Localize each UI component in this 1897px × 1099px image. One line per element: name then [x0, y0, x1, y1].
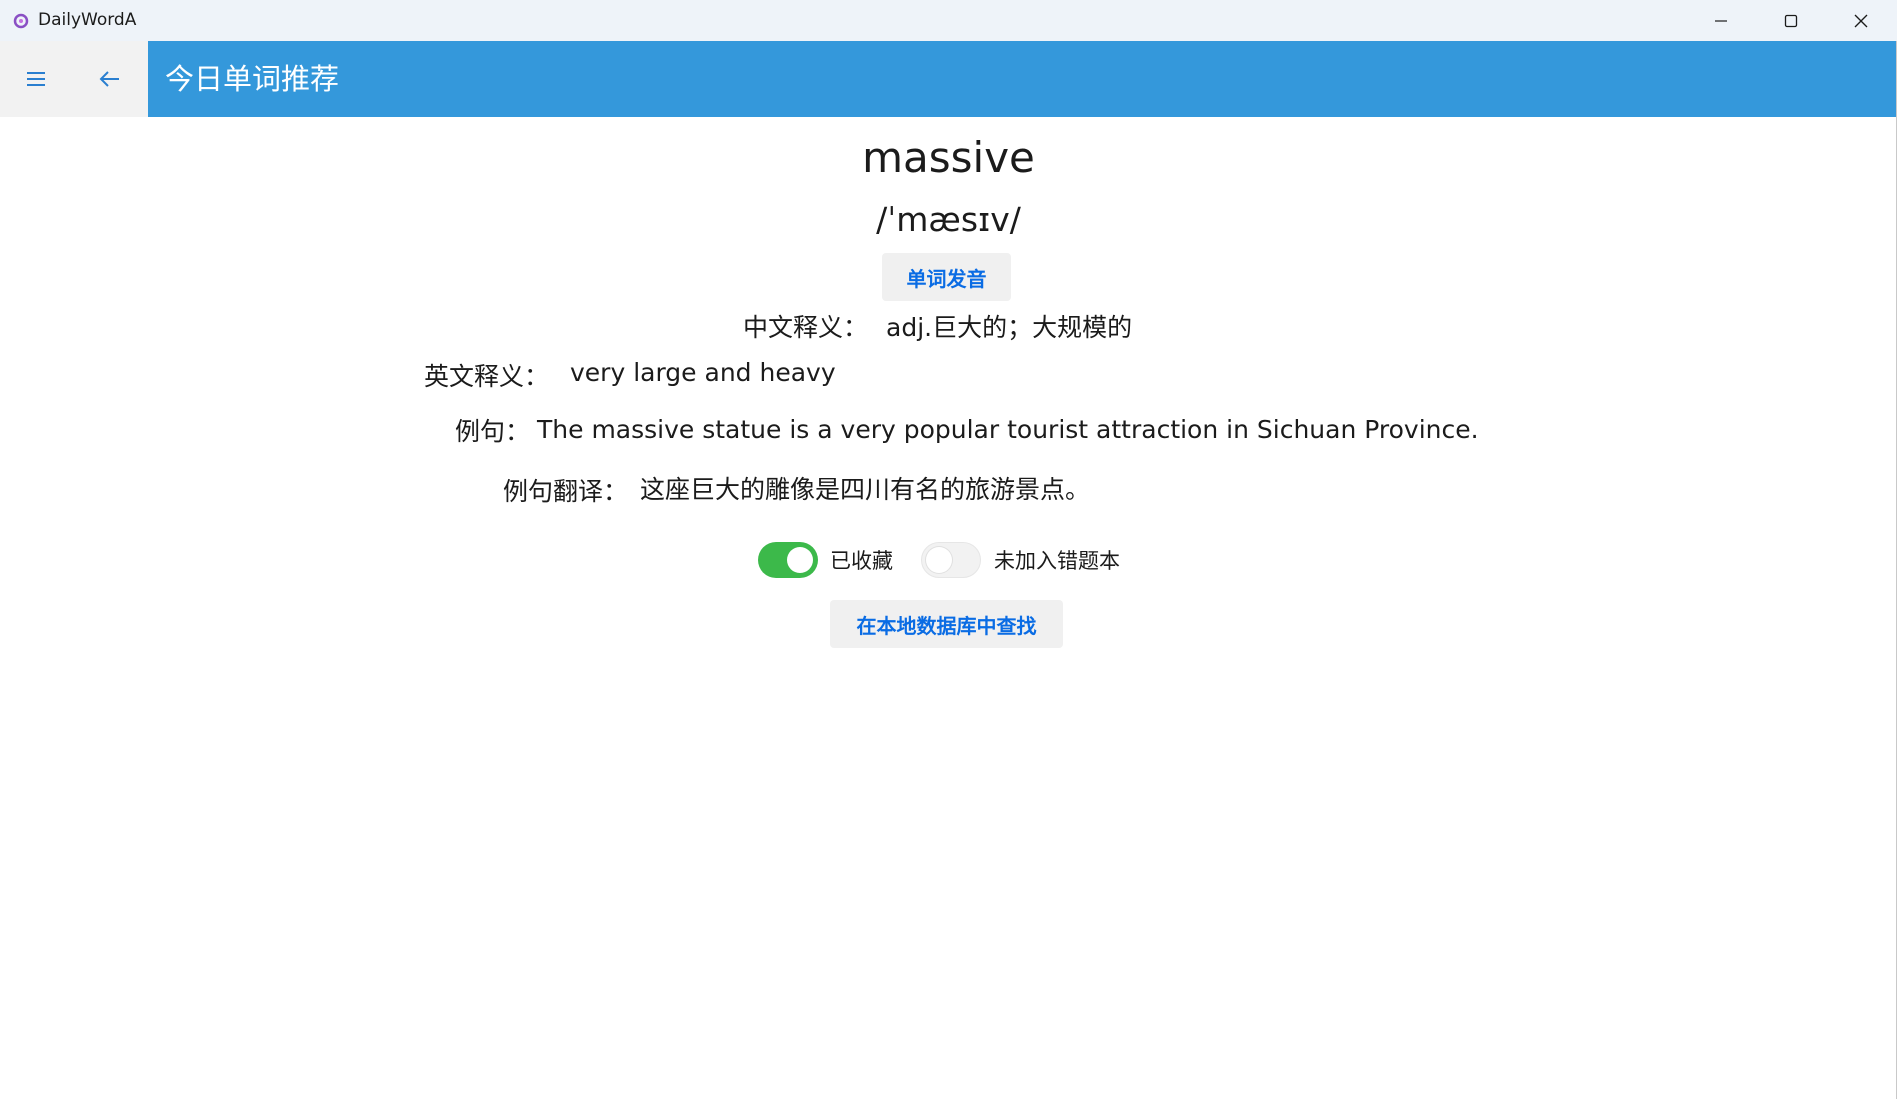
chinese-meaning-label: 中文释义： [743, 313, 869, 342]
app-logo-icon [13, 13, 29, 29]
pronounce-button[interactable]: 单词发音 [882, 253, 1011, 301]
word-phonetic: /ˈmæsɪv/ [876, 200, 1021, 239]
search-local-database-button[interactable]: 在本地数据库中查找 [830, 600, 1063, 648]
hamburger-menu-icon [27, 72, 45, 86]
page-title: 今日单词推荐 [165, 62, 340, 96]
chinese-meaning-value: adj.巨大的；大规模的 [886, 313, 1133, 342]
title-bar: DailyWordA [0, 0, 1897, 41]
page-header: 今日单词推荐 [148, 41, 1896, 117]
example-translation: 这座巨大的雕像是四川有名的旅游景点。 [640, 475, 1091, 504]
app-window: DailyWordA 今日单词推荐 massive /ˈmæsɪv/ 单词发音 … [0, 0, 1897, 1099]
favorite-label: 已收藏 [830, 549, 893, 573]
close-button[interactable] [1826, 0, 1896, 41]
example-label: 例句： [455, 417, 531, 446]
menu-button[interactable] [0, 41, 72, 117]
maximize-button[interactable] [1756, 0, 1826, 41]
minimize-icon [1715, 19, 1727, 22]
wrong-book-toggle[interactable] [921, 542, 981, 578]
favorite-toggle[interactable] [758, 542, 818, 578]
word-text: massive [862, 133, 1035, 182]
english-meaning-label: 英文释义： [424, 362, 550, 391]
app-title: DailyWordA [38, 10, 137, 30]
minimize-button[interactable] [1686, 0, 1756, 41]
toggle-knob [787, 547, 813, 573]
close-icon [1854, 14, 1868, 27]
back-arrow-icon [99, 71, 119, 87]
maximize-icon [1784, 14, 1798, 27]
wrong-book-label: 未加入错题本 [994, 549, 1120, 573]
example-sentence: The massive statue is a very popular tou… [537, 415, 1479, 444]
back-button[interactable] [74, 41, 146, 117]
english-meaning-value: very large and heavy [570, 358, 836, 387]
toggle-knob [926, 547, 952, 573]
translation-label: 例句翻译： [503, 477, 629, 506]
nav-controls [0, 41, 148, 117]
